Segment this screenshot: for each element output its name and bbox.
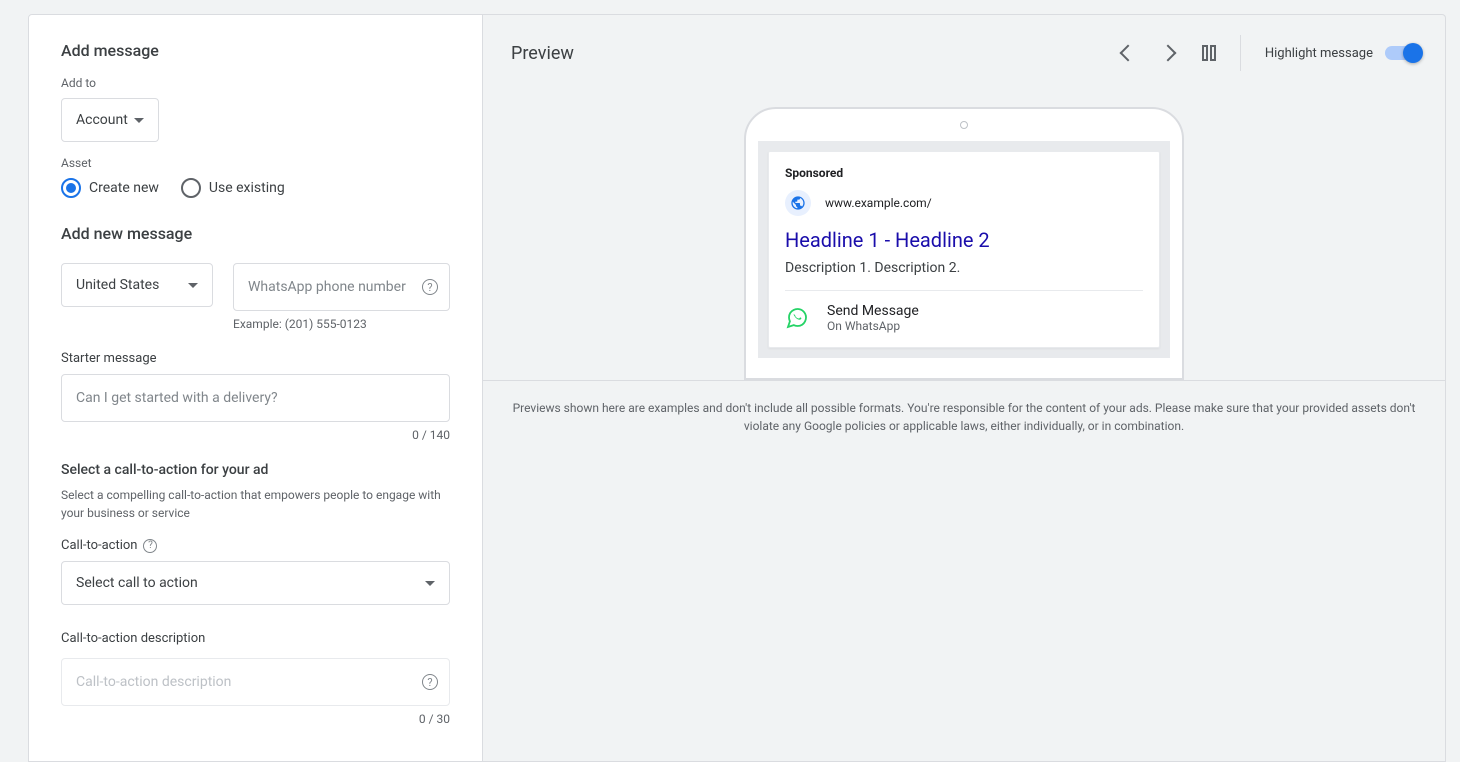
ad-cta-title: Send Message [827,303,919,319]
radio-use-existing[interactable]: Use existing [181,178,285,198]
highlight-toggle-label: Highlight message [1265,46,1373,61]
form-panel: Add message Add to Account Asset Create … [28,14,483,762]
cta-section-desc: Select a compelling call-to-action that … [61,486,450,522]
add-to-dropdown[interactable]: Account [61,98,159,142]
cta-dropdown[interactable]: Select call to action [61,561,450,605]
add-new-message-title: Add new message [61,224,450,243]
globe-icon [785,190,811,216]
starter-label: Starter message [61,351,450,366]
phone-speaker-icon [960,121,968,129]
radio-icon [61,178,81,198]
help-icon[interactable]: ? [422,279,438,295]
phone-example: Example: (201) 555-0123 [233,317,450,331]
starter-counter: 0 / 140 [61,428,450,442]
page-title: Add message [61,41,450,60]
ad-cta-subtitle: On WhatsApp [827,319,919,333]
divider [785,290,1143,291]
next-arrow-icon[interactable] [1159,45,1176,62]
radio-create-new-label: Create new [89,180,159,196]
add-to-value: Account [76,112,128,128]
add-to-label: Add to [61,76,450,90]
cta-desc-counter: 0 / 30 [61,712,450,726]
asset-label: Asset [61,156,450,170]
prev-arrow-icon[interactable] [1119,45,1136,62]
cta-desc-label: Call-to-action description [61,631,450,646]
radio-use-existing-label: Use existing [209,180,285,196]
preview-disclaimer: Previews shown here are examples and don… [483,381,1445,453]
ad-description: Description 1. Description 2. [785,260,1143,276]
phone-mockup: Sponsored www.example.com/ Headline 1 - … [744,107,1184,380]
cta-label: Call-to-action [61,538,137,553]
radio-create-new[interactable]: Create new [61,178,159,198]
cta-section-title: Select a call-to-action for your ad [61,462,450,478]
cta-dropdown-value: Select call to action [76,575,198,591]
help-icon[interactable]: ? [143,539,157,553]
cta-description-input[interactable] [61,658,450,706]
highlight-toggle[interactable] [1385,46,1421,60]
help-icon[interactable]: ? [422,674,438,690]
preview-panel: Preview Highlight message Sp [483,14,1446,762]
columns-icon[interactable] [1202,45,1216,61]
radio-icon [181,178,201,198]
ad-url: www.example.com/ [825,196,932,210]
caret-down-icon [134,118,144,123]
caret-down-icon [425,581,435,586]
ad-headline: Headline 1 - Headline 2 [785,228,1143,252]
sponsored-label: Sponsored [785,166,1143,180]
country-value: United States [76,277,159,293]
whatsapp-icon [785,306,809,330]
country-dropdown[interactable]: United States [61,263,213,307]
starter-message-input[interactable] [61,374,450,422]
divider [1240,35,1241,71]
phone-input[interactable] [233,263,450,311]
preview-title: Preview [511,43,574,64]
ad-preview-card: Sponsored www.example.com/ Headline 1 - … [768,151,1160,348]
caret-down-icon [188,283,198,288]
